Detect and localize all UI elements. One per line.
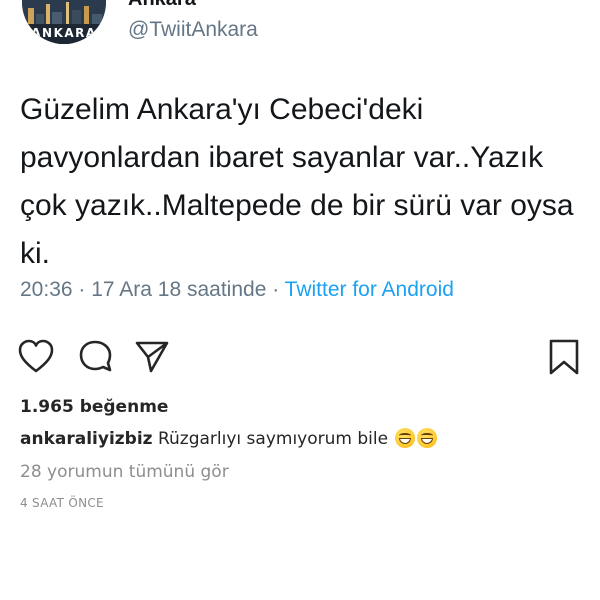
bookmark-icon[interactable] [546, 338, 582, 378]
like-count[interactable]: 1.965 beğenme [20, 397, 168, 417]
grinning-sweat-emoji-icon [417, 428, 438, 448]
tweet-display-name[interactable]: Ankara [128, 0, 196, 11]
tweet-date: 17 Ara 18 saatinde [91, 278, 267, 301]
tweet-meta: 20:36 · 17 Ara 18 saatinde · Twitter for… [20, 278, 454, 302]
tweet-text: Güzelim Ankara'yı Cebeci'deki pavyonlard… [20, 93, 574, 270]
post-caption: ankaraliyizbiz Rüzgarlıyı saymıyorum bil… [20, 428, 438, 449]
meta-separator: · [72, 278, 92, 301]
post-time-ago: 4 SAAT ÖNCE [20, 496, 104, 510]
post-action-bar [0, 338, 600, 378]
heart-icon[interactable] [18, 338, 54, 378]
caption-username[interactable]: ankaraliyizbiz [20, 429, 153, 449]
avatar[interactable]: ANKARA [22, 0, 106, 44]
caption-text: Rüzgarlıyı saymıyorum bile [157, 429, 389, 449]
meta-separator: · [266, 278, 285, 301]
screenshot: ANKARA Ankara @TwiitAnkara Güzelim Ankar… [0, 0, 600, 600]
send-icon[interactable] [134, 338, 170, 378]
comment-icon[interactable] [78, 338, 114, 378]
view-all-comments-link[interactable]: 28 yorumun tümünü gör [20, 462, 229, 482]
avatar-label: ANKARA [31, 26, 97, 40]
tweet-source-link[interactable]: Twitter for Android [285, 278, 454, 301]
grinning-sweat-emoji-icon [395, 428, 416, 448]
tweet-time: 20:36 [20, 278, 73, 301]
tweet-card: ANKARA Ankara @TwiitAnkara Güzelim Ankar… [0, 0, 600, 322]
tweet-handle[interactable]: @TwiitAnkara [128, 18, 258, 42]
